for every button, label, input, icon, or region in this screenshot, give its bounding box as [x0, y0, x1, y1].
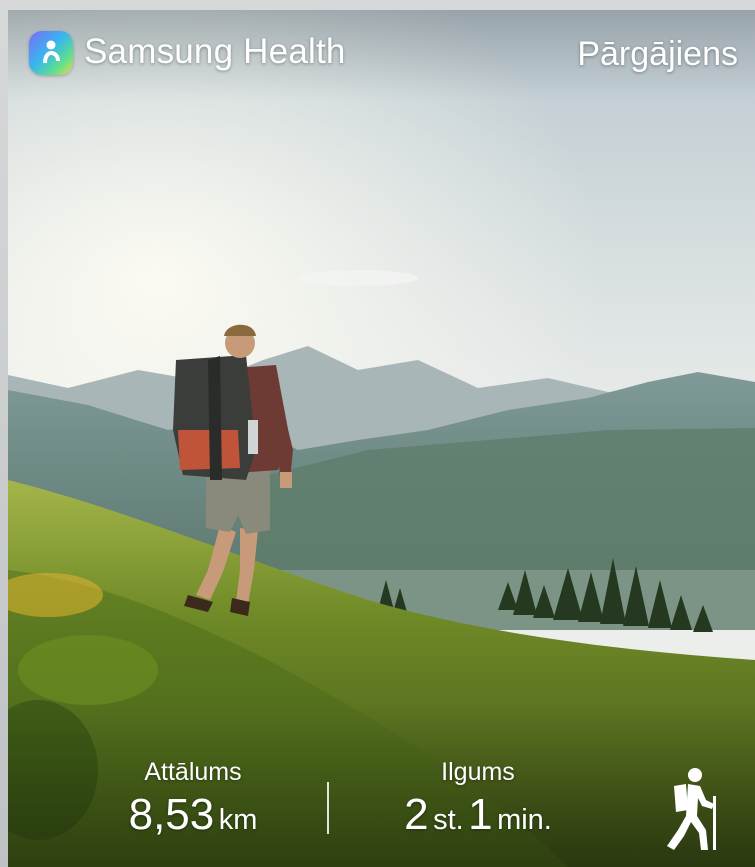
activity-type-label: Pārgājiens — [577, 35, 738, 73]
distance-stat: Attālums 8,53 km — [98, 757, 288, 849]
duration-minutes-unit: min. — [497, 804, 552, 836]
duration-value: 2 st. 1 min. — [363, 791, 593, 849]
hiking-icon — [664, 766, 720, 852]
distance-unit: km — [218, 804, 258, 836]
duration-hours: 2 — [404, 790, 429, 839]
samsung-health-app-icon — [29, 31, 73, 75]
stats-divider — [327, 782, 329, 834]
distance-label: Attālums — [144, 758, 242, 786]
app-name: Samsung Health — [84, 32, 346, 71]
duration-minutes: 1 — [468, 790, 493, 839]
duration-label: Ilgums — [441, 758, 515, 786]
duration-hours-unit: st. — [433, 804, 464, 836]
distance-number: 8,53 — [128, 790, 215, 839]
duration-stat: Ilgums 2 st. 1 min. — [363, 757, 593, 849]
distance-value: 8,53 km — [98, 791, 288, 849]
workout-share-card: Samsung Health Pārgājiens Attālums 8,53 … — [8, 10, 755, 867]
